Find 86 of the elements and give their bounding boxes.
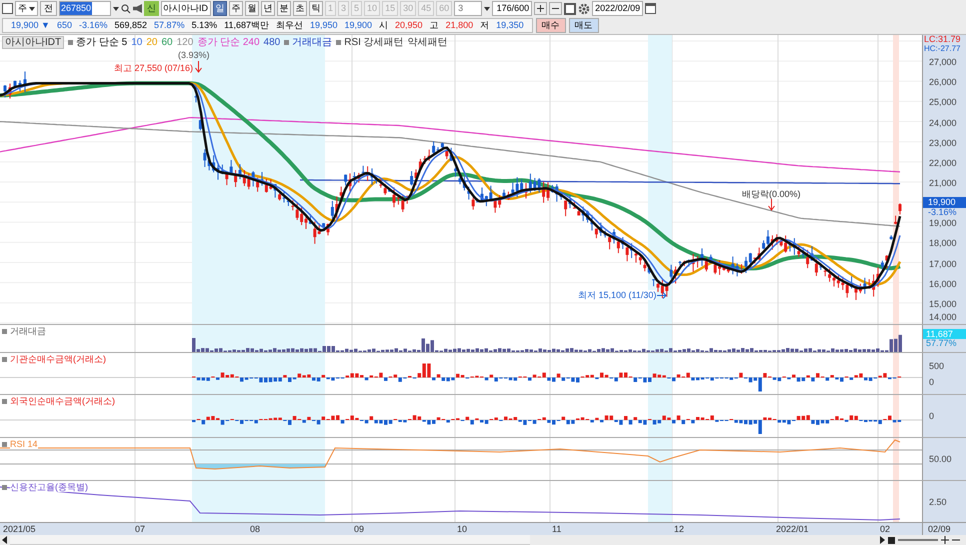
period-tab[interactable]: 월 — [245, 1, 259, 16]
legend-item: 120 — [176, 37, 194, 48]
axis-label: 500 — [929, 360, 946, 370]
period-tab[interactable]: 일 — [213, 1, 227, 16]
date-axis-label: 2022/01 — [776, 524, 809, 534]
chart-annotation: 최고 27,550 (07/16) — [114, 63, 194, 73]
lc-label: LC:31.79 — [924, 35, 961, 44]
turnover-text: 5.13% — [192, 18, 218, 32]
chart-annotation: 배당락(0.00%) — [742, 189, 801, 199]
axis-label: 25,000 — [929, 97, 957, 108]
market-dropdown[interactable]: 주 — [15, 1, 38, 16]
change-rate-text: -3.16% — [78, 18, 108, 32]
legend-item: 종가 단순 240 — [197, 37, 260, 48]
date-axis-label: 02 — [880, 524, 890, 534]
legend-item: 약세패턴 — [408, 37, 448, 48]
panel-title: 거래대금 — [10, 326, 46, 336]
low-text: 19,350 — [496, 18, 524, 32]
legend-item: 10 — [131, 37, 142, 48]
chart-annotation: (3.93%) — [178, 50, 210, 60]
volume-ratio-text: 57.77% — [926, 339, 957, 348]
axis-label: 2.50 — [929, 496, 948, 506]
badge: 신 — [144, 1, 159, 16]
panel-title: 기관순매수금액(거래소) — [10, 354, 106, 364]
ask-text: 19,950 — [310, 18, 338, 32]
code-field[interactable]: 267850 — [59, 1, 111, 16]
period-tab[interactable]: 분 — [277, 1, 291, 16]
current-change-text: -3.16% — [928, 208, 957, 217]
panel-title: RSI 14 — [10, 439, 38, 449]
axis-label: 26,000 — [929, 77, 957, 88]
change-text: 650 — [56, 18, 72, 32]
legend-item: RSI 강세패턴 — [344, 37, 404, 48]
open-text: 20,950 — [395, 18, 423, 32]
bid-text: 19,900 — [344, 18, 372, 32]
sell-button[interactable]: 매도 — [568, 18, 599, 33]
volume-tag: 11,687 — [923, 329, 966, 339]
label-text: 최우선 — [276, 18, 303, 32]
period-tab[interactable]: 주 — [229, 1, 243, 16]
price-text: 19,900 ▼ — [11, 18, 50, 32]
date-field[interactable]: 2022/02/09 — [592, 1, 644, 16]
date-axis-label: 07 — [135, 524, 146, 534]
panel-title: 신용잔고율(종목별) — [10, 482, 88, 492]
axis-label: 0 — [929, 411, 936, 421]
hc-label: HC:-27.77 — [924, 44, 960, 53]
chart-annotation: 최저 15,100 (11/30) — [578, 290, 656, 300]
current-price-tag: 19,900 — [923, 197, 966, 208]
label-text: 시 — [379, 18, 388, 32]
date-axis-label: 2021/05 — [3, 524, 36, 534]
period-tab[interactable]: 년 — [261, 1, 275, 16]
buy-button[interactable]: 매수 — [536, 18, 566, 33]
legend-item: 60 — [161, 37, 173, 48]
axis-label: 24,000 — [929, 118, 957, 128]
axis-label: 50.00 — [929, 454, 953, 464]
label-text: 저 — [480, 18, 490, 32]
name-field[interactable]: 아시아나ID — [161, 1, 211, 16]
interval-field[interactable]: 3 — [454, 1, 482, 16]
axis-label: 0 — [929, 376, 936, 386]
date-axis-label: 10 — [457, 524, 468, 534]
axis-label: 22,000 — [929, 158, 957, 168]
legend-item: 거래대금 — [292, 37, 332, 48]
axis-label: 18,000 — [929, 238, 957, 248]
scope-button[interactable]: 전 — [40, 1, 57, 16]
date-axis-label: 11 — [552, 524, 562, 534]
axis-label: 17,000 — [929, 258, 957, 269]
date-axis-label: 08 — [250, 524, 260, 534]
volume-ratio-text: 57.87% — [154, 18, 185, 32]
volume-text: 569,852 — [114, 18, 148, 32]
legend-item: 20 — [146, 37, 158, 48]
axis-label: 15,000 — [929, 298, 957, 309]
panel-title: 외국인순매수금액(거래소) — [10, 396, 115, 406]
axis-label: 16,000 — [929, 278, 957, 289]
high-text: 21,800 — [446, 18, 474, 32]
legend-item: 종가 단순 5 — [76, 37, 128, 48]
count-field[interactable]: 176/600 — [492, 1, 532, 16]
legend-item: 480 — [264, 37, 280, 48]
axis-label: 23,000 — [929, 138, 957, 148]
axis-label: 27,000 — [929, 57, 957, 68]
period-tab[interactable]: 틱 — [309, 1, 323, 16]
axis-label: 21,000 — [929, 178, 957, 188]
axis-label: 14,000 — [929, 312, 957, 322]
date-axis-label: 09 — [354, 524, 364, 534]
date-axis-label: 12 — [674, 524, 684, 534]
amount-text: 11,687백만 — [224, 18, 269, 32]
legend-title: 아시아나IDT — [2, 36, 64, 49]
period-tab[interactable]: 초 — [293, 1, 307, 16]
axis-label: 19,000 — [929, 218, 957, 228]
label-text: 고 — [430, 18, 439, 32]
